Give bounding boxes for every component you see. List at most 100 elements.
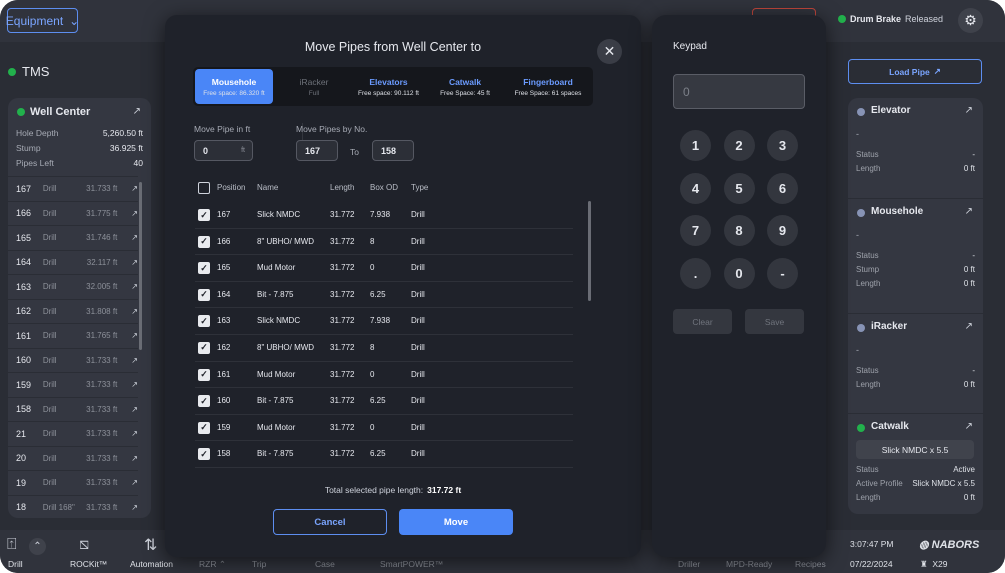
external-link-icon[interactable]: ↗ — [131, 478, 138, 487]
external-link-icon[interactable]: ↗ — [131, 380, 138, 389]
column-type[interactable]: Type — [411, 183, 428, 192]
external-link-icon[interactable]: ↗ — [965, 421, 973, 432]
external-link-icon[interactable]: ↗ — [131, 233, 138, 242]
row-checkbox[interactable]: ✓ — [198, 368, 210, 381]
from-number-input[interactable]: 167 — [296, 140, 338, 161]
pipe-list-item[interactable]: 18 Drill 168" 31.733 ft ↗ — [8, 494, 138, 519]
keypad-key-4[interactable]: 4 — [680, 172, 711, 204]
move-button[interactable]: Move — [399, 509, 513, 535]
catwalk-profile-button[interactable]: Slick NMDC x 5.5 — [856, 440, 974, 459]
nav-smartpower[interactable]: SmartPOWER™ — [380, 559, 443, 569]
row-checkbox[interactable]: ✓ — [198, 395, 210, 408]
table-row[interactable]: ✓ 166 8" UBHO/ MWD 31.772 8 Drill — [195, 229, 573, 256]
table-row[interactable]: ✓ 163 Slick NMDC 31.772 7.938 Drill — [195, 308, 573, 335]
pipe-list-item[interactable]: 20 Drill 31.733 ft ↗ — [8, 445, 138, 471]
column-name[interactable]: Name — [257, 183, 278, 192]
rockit-icon[interactable]: ⧅ — [79, 536, 89, 554]
keypad-key-8[interactable]: 8 — [723, 215, 755, 246]
external-link-icon[interactable]: ↗ — [131, 331, 138, 340]
external-link-icon[interactable]: ↗ — [131, 209, 138, 218]
chevron-up-icon[interactable]: ⌃ — [29, 538, 46, 555]
nav-recipes[interactable]: Recipes — [795, 559, 826, 569]
pipe-list-item[interactable]: 158 Drill 31.733 ft ↗ — [8, 396, 138, 422]
keypad-key-0[interactable]: 0 — [723, 257, 755, 289]
row-checkbox[interactable]: ✓ — [198, 209, 210, 221]
external-link-icon[interactable]: ↗ — [133, 106, 141, 117]
external-link-icon[interactable]: ↗ — [131, 503, 138, 512]
nav-case[interactable]: Case — [315, 559, 335, 569]
external-link-icon[interactable]: ↗ — [131, 258, 138, 267]
nav-rockit[interactable]: ROCKit™ — [70, 559, 107, 569]
table-row[interactable]: ✓ 158 Bit - 7.875 31.772 6.25 Drill — [195, 441, 573, 468]
column-box-od[interactable]: Box OD — [370, 183, 398, 192]
row-checkbox[interactable]: ✓ — [198, 421, 210, 434]
keypad-key-3[interactable]: 3 — [767, 130, 798, 161]
nav-rzr[interactable]: RZR ⌃ — [199, 559, 226, 570]
select-all-checkbox[interactable] — [198, 182, 210, 194]
row-checkbox[interactable]: ✓ — [198, 448, 210, 461]
pipe-list-item[interactable]: 167 Drill 31.733 ft ↗ — [8, 176, 138, 201]
cancel-button[interactable]: Cancel — [273, 509, 387, 535]
row-checkbox[interactable]: ✓ — [198, 341, 210, 354]
scrollbar[interactable] — [139, 182, 142, 350]
keypad-key-9[interactable]: 9 — [767, 215, 798, 246]
clear-button[interactable]: Clear — [673, 309, 732, 334]
pipe-list-item[interactable]: 162 Drill 31.808 ft ↗ — [8, 298, 138, 324]
nav-drill[interactable]: Drill — [8, 559, 23, 569]
scrollbar[interactable] — [588, 201, 591, 301]
close-icon[interactable]: ✕ — [597, 39, 622, 64]
pipe-list-item[interactable]: 163 Drill 32.005 ft ↗ — [8, 274, 138, 299]
load-pipe-button[interactable]: Load Pipe ↗ — [848, 59, 982, 84]
external-link-icon[interactable]: ↗ — [131, 405, 138, 414]
row-checkbox[interactable]: ✓ — [198, 315, 210, 328]
pipe-list-item[interactable]: 161 Drill 31.765 ft ↗ — [8, 323, 138, 348]
automation-icon[interactable]: ⇅ — [144, 535, 157, 555]
row-checkbox[interactable]: ✓ — [198, 235, 210, 248]
gear-icon[interactable]: ⚙ — [958, 8, 983, 33]
table-row[interactable]: ✓ 159 Mud Motor 31.772 0 Drill — [195, 415, 573, 442]
pipe-list-item[interactable]: 166 Drill 31.775 ft ↗ — [8, 200, 138, 226]
nav-driller[interactable]: Driller — [678, 559, 700, 569]
pipe-list-item[interactable]: 159 Drill 31.733 ft ↗ — [8, 372, 138, 397]
keypad-key-5[interactable]: 5 — [723, 172, 755, 204]
row-checkbox[interactable]: ✓ — [198, 262, 210, 275]
external-link-icon[interactable]: ↗ — [131, 184, 138, 193]
keypad-key-2[interactable]: 2 — [723, 130, 755, 161]
keypad-key-minus[interactable]: - — [767, 257, 798, 289]
move-ft-input[interactable]: 0 ft — [194, 140, 253, 161]
row-checkbox[interactable]: ✓ — [198, 288, 210, 301]
destination-tab-iracker[interactable]: iRacker Full — [283, 69, 345, 104]
table-row[interactable]: ✓ 165 Mud Motor 31.772 0 Drill — [195, 255, 573, 282]
external-link-icon[interactable]: ↗ — [131, 282, 138, 291]
table-row[interactable]: ✓ 167 Slick NMDC 31.772 7.938 Drill — [195, 202, 573, 229]
to-number-input[interactable]: 158 — [372, 140, 414, 161]
column-position[interactable]: Position — [217, 183, 245, 192]
external-link-icon[interactable]: ↗ — [131, 429, 138, 438]
table-row[interactable]: ✓ 162 8" UBHO/ MWD 31.772 8 Drill — [195, 335, 573, 362]
drill-icon[interactable]: ⍐ — [7, 536, 17, 554]
keypad-key-6[interactable]: 6 — [767, 172, 798, 204]
table-row[interactable]: ✓ 160 Bit - 7.875 31.772 6.25 Drill — [195, 388, 573, 415]
destination-tab-fingerboard[interactable]: Fingerboard Free Space: 61 spaces — [505, 69, 591, 104]
pipe-list-item[interactable]: 165 Drill 31.746 ft ↗ — [8, 225, 138, 250]
external-link-icon[interactable]: ↗ — [965, 206, 973, 217]
nav-automation[interactable]: Automation — [130, 559, 173, 569]
external-link-icon[interactable]: ↗ — [965, 105, 973, 116]
keypad-key-dot[interactable]: . — [680, 257, 711, 289]
destination-tab-mousehole[interactable]: Mousehole Free space: 86.320 ft — [195, 69, 273, 104]
equipment-dropdown[interactable]: Equipment ⌄ — [6, 8, 79, 33]
pipe-list-item[interactable]: 164 Drill 32.117 ft ↗ — [8, 249, 138, 275]
table-row[interactable]: ✓ 161 Mud Motor 31.772 0 Drill — [195, 362, 573, 389]
keypad-key-1[interactable]: 1 — [680, 130, 711, 161]
external-link-icon[interactable]: ↗ — [131, 454, 138, 463]
pipe-list-item[interactable]: 160 Drill 31.733 ft ↗ — [8, 347, 138, 373]
save-button[interactable]: Save — [745, 309, 804, 334]
pipe-list-item[interactable]: 21 Drill 31.733 ft ↗ — [8, 421, 138, 446]
destination-tab-catwalk[interactable]: Catwalk Free Space: 45 ft — [431, 69, 499, 104]
keypad-display[interactable]: 0 — [673, 74, 805, 109]
external-link-icon[interactable]: ↗ — [965, 321, 973, 332]
destination-tab-elevators[interactable]: Elevators Free space: 90.112 ft — [351, 69, 426, 104]
external-link-icon[interactable]: ↗ — [131, 307, 138, 316]
pipe-list-item[interactable]: 19 Drill 31.733 ft ↗ — [8, 470, 138, 495]
table-row[interactable]: ✓ 164 Bit - 7.875 31.772 6.25 Drill — [195, 282, 573, 309]
